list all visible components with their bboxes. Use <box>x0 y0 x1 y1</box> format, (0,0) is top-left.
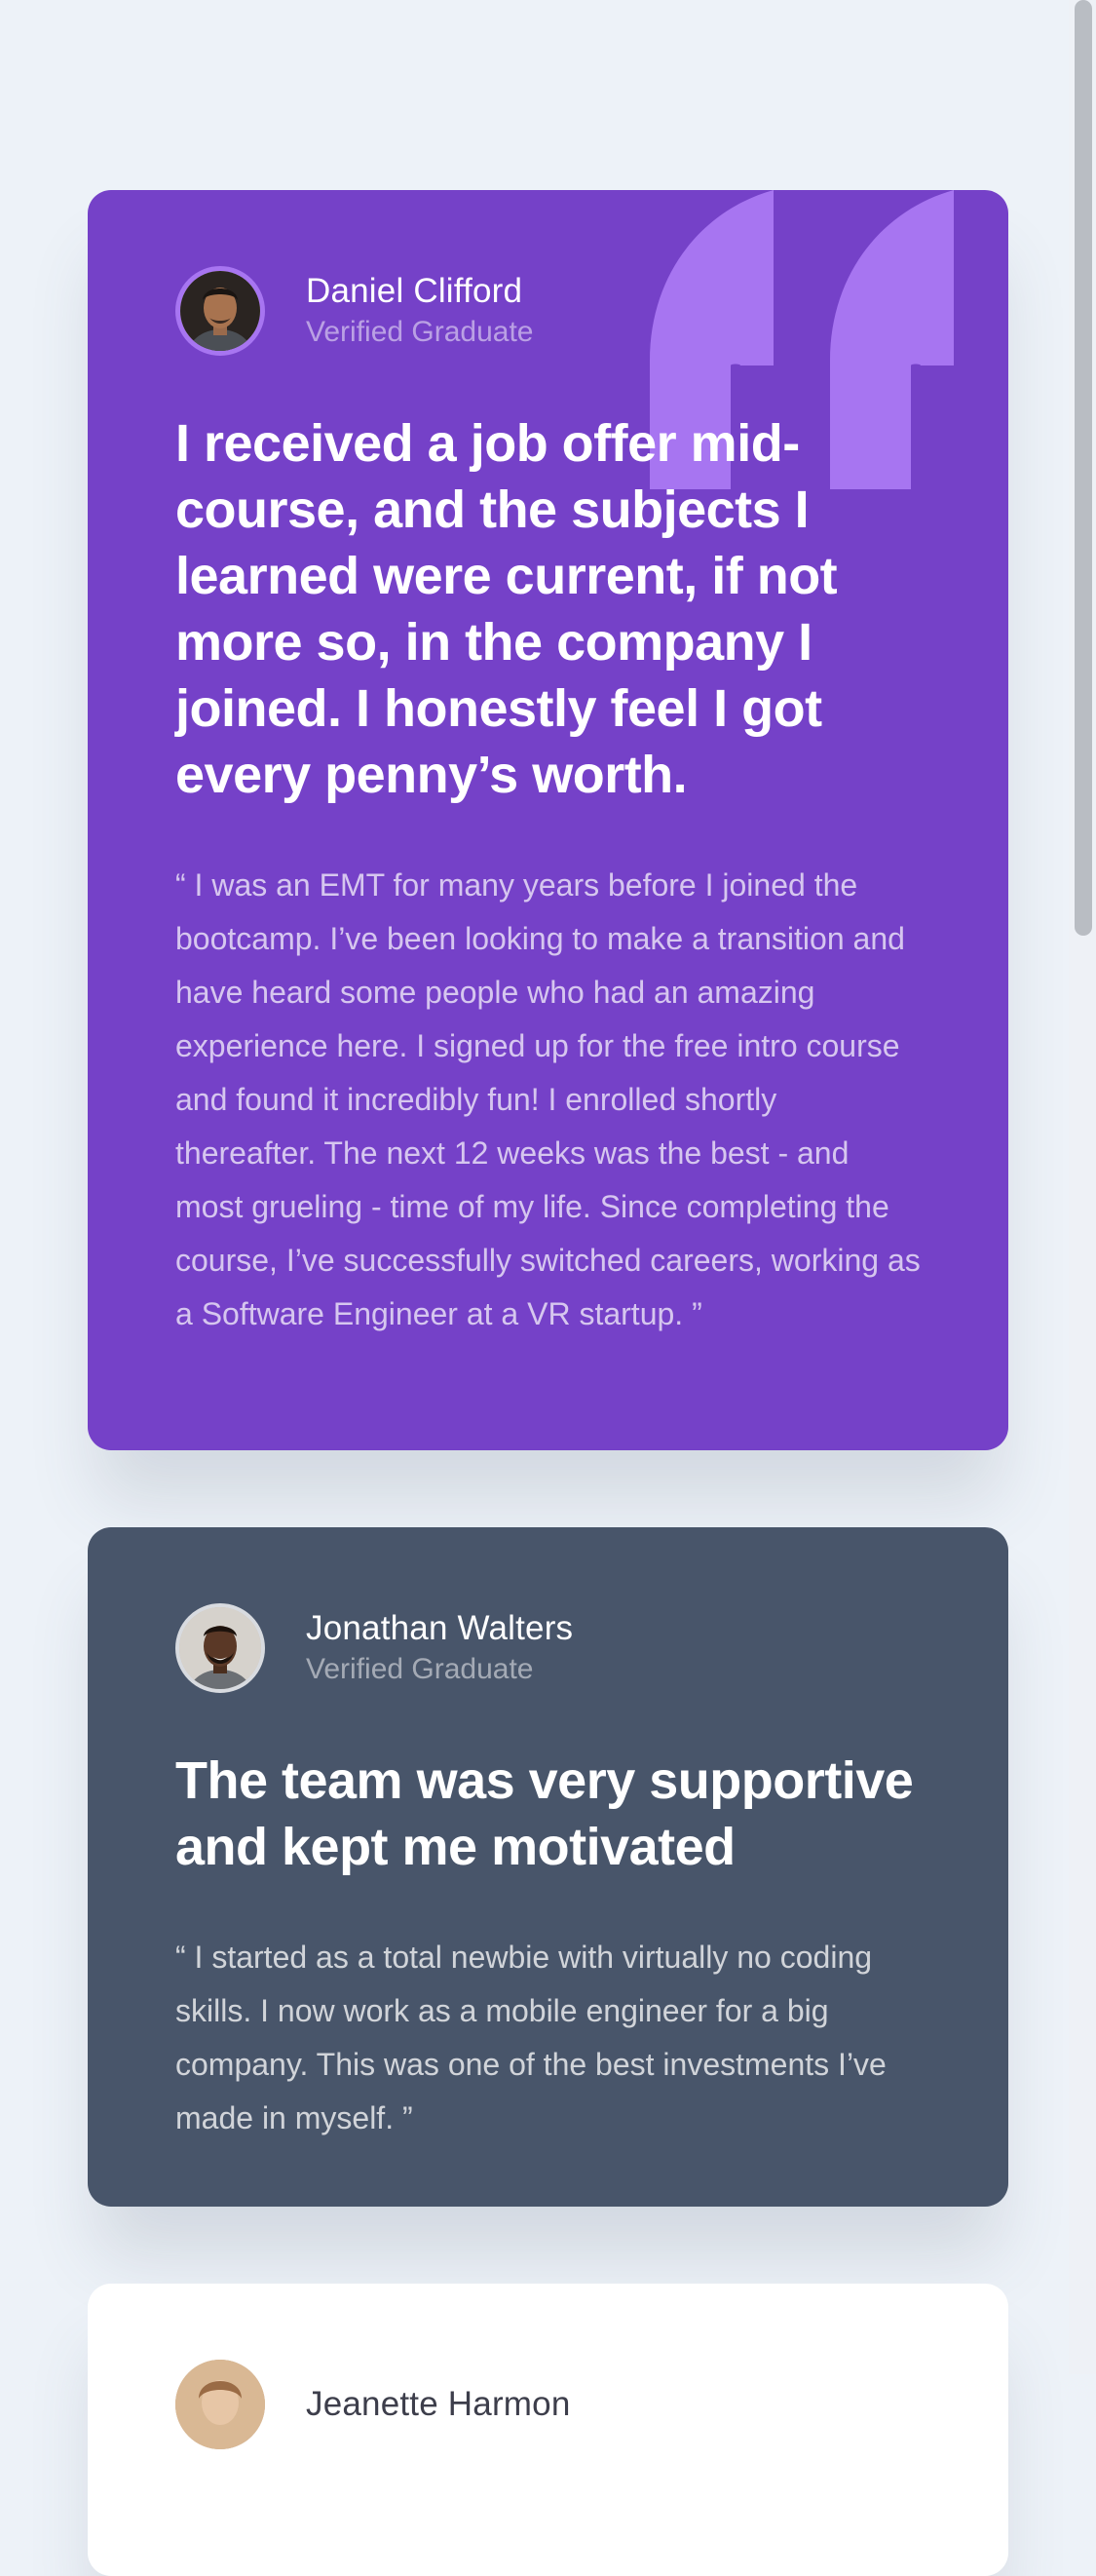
author-info: Jonathan Walters Verified Graduate <box>175 1603 921 1693</box>
author-name: Daniel Clifford <box>306 272 523 310</box>
scrollbar[interactable] <box>1069 0 1096 2374</box>
testimonial-body: “ I was an EMT for many years before I j… <box>175 867 921 1331</box>
testimonial-headline: I received a job offer mid-course, and t… <box>175 414 838 804</box>
author-role: Verified Graduate <box>306 316 534 348</box>
author-role: Verified Graduate <box>306 1653 534 1685</box>
scrollbar-thumb[interactable] <box>1075 0 1092 936</box>
avatar <box>175 2360 265 2449</box>
author-info: Daniel Clifford Verified Graduate <box>175 266 921 356</box>
testimonial-card-daniel: Daniel Clifford Verified Graduate I rece… <box>88 190 1008 1450</box>
author-info: Jeanette Harmon <box>175 2360 921 2449</box>
testimonial-body: “ I started as a total newbie with virtu… <box>175 1940 887 2135</box>
testimonial-headline: The team was very supportive and kept me… <box>175 1751 914 1876</box>
author-name: Jeanette Harmon <box>306 2385 571 2423</box>
avatar <box>175 266 265 356</box>
author-name: Jonathan Walters <box>306 1609 574 1647</box>
testimonial-card-jeanette: Jeanette Harmon <box>88 2284 1008 2576</box>
avatar <box>175 1603 265 1693</box>
testimonial-card-jonathan: Jonathan Walters Verified Graduate The t… <box>88 1527 1008 2207</box>
